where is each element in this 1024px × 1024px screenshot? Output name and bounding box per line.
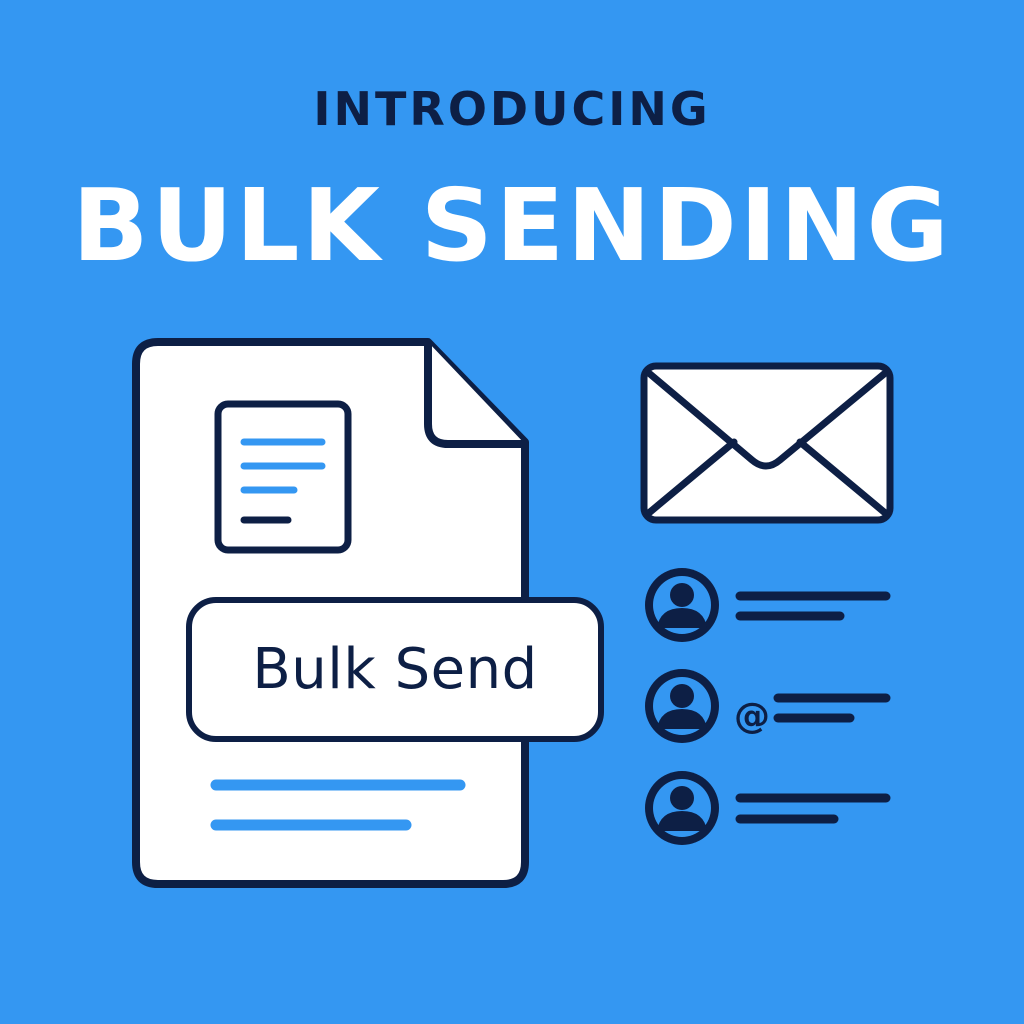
at-symbol-icon: @ xyxy=(734,696,770,737)
document-preview-icon xyxy=(214,400,352,554)
recipient-row xyxy=(645,771,891,845)
bulk-send-button[interactable]: Bulk Send xyxy=(186,597,604,742)
user-avatar-icon xyxy=(645,669,719,743)
user-avatar-icon xyxy=(645,568,719,642)
user-avatar-icon xyxy=(645,771,719,845)
recipient-row xyxy=(645,568,891,642)
recipient-row: @ xyxy=(645,669,891,743)
envelope-icon xyxy=(640,362,894,524)
illustration: @ xyxy=(132,338,894,888)
bulk-send-button-label: Bulk Send xyxy=(252,637,538,702)
